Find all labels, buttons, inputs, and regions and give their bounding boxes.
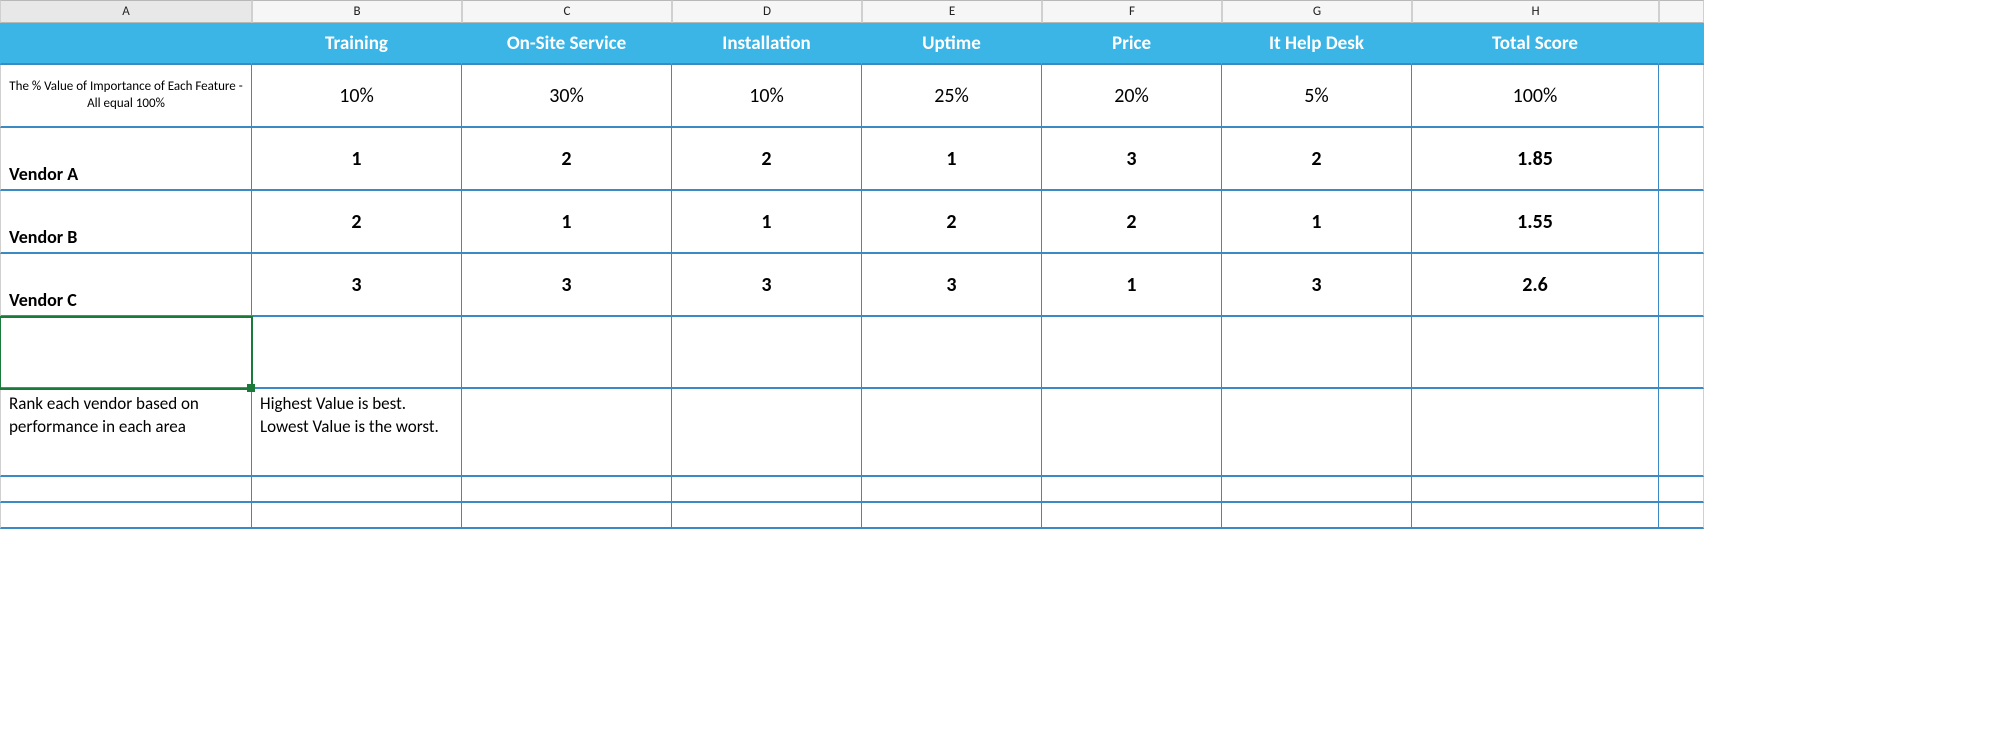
cell-H8[interactable] [1412,477,1659,503]
vendor-c-onsite[interactable]: 3 [462,254,672,317]
cell-I9[interactable] [1659,503,1704,529]
importance-extra[interactable] [1659,65,1704,128]
col-header-D[interactable]: D [672,0,862,23]
importance-label: The % Value of Importance of Each Featur… [9,79,243,112]
table-header-helpdesk[interactable]: It Help Desk [1222,23,1412,65]
col-header-B[interactable]: B [252,0,462,23]
vendor-b-price[interactable]: 2 [1042,191,1222,254]
cell-E7[interactable] [862,389,1042,477]
cell-D6[interactable] [672,317,862,389]
table-header-extra[interactable] [1659,23,1704,65]
cell-G8[interactable] [1222,477,1412,503]
vendor-b-installation[interactable]: 1 [672,191,862,254]
importance-price[interactable]: 20% [1042,65,1222,128]
cell-F6[interactable] [1042,317,1222,389]
cell-D7[interactable] [672,389,862,477]
vendor-b-uptime[interactable]: 2 [862,191,1042,254]
vendor-b-training[interactable]: 2 [252,191,462,254]
cell-A8[interactable] [0,477,252,503]
vendor-a-onsite[interactable]: 2 [462,128,672,191]
vendor-c-price[interactable]: 1 [1042,254,1222,317]
vendor-a-training[interactable]: 1 [252,128,462,191]
cell-D9[interactable] [672,503,862,529]
cell-E6[interactable] [862,317,1042,389]
vendor-a-installation[interactable]: 2 [672,128,862,191]
vendor-a-label[interactable]: Vendor A [0,128,252,191]
vendor-a-extra[interactable] [1659,128,1704,191]
vendor-c-total[interactable]: 2.6 [1412,254,1659,317]
vendor-b-extra[interactable] [1659,191,1704,254]
importance-label-cell[interactable]: The % Value of Importance of Each Featur… [0,65,252,128]
table-header-training[interactable]: Training [252,23,462,65]
cell-C8[interactable] [462,477,672,503]
vendor-c-training[interactable]: 3 [252,254,462,317]
cell-H6[interactable] [1412,317,1659,389]
vendor-a-helpdesk[interactable]: 2 [1222,128,1412,191]
importance-installation[interactable]: 10% [672,65,862,128]
cell-F8[interactable] [1042,477,1222,503]
vendor-c-installation[interactable]: 3 [672,254,862,317]
vendor-a-total[interactable]: 1.85 [1412,128,1659,191]
vendor-c-uptime[interactable]: 3 [862,254,1042,317]
cell-F7[interactable] [1042,389,1222,477]
table-header-onsite[interactable]: On-Site Service [462,23,672,65]
cell-E8[interactable] [862,477,1042,503]
col-header-C[interactable]: C [462,0,672,23]
cell-I6[interactable] [1659,317,1704,389]
cell-I8[interactable] [1659,477,1704,503]
importance-total[interactable]: 100% [1412,65,1659,128]
cell-H7[interactable] [1412,389,1659,477]
vendor-b-total[interactable]: 1.55 [1412,191,1659,254]
cell-A6[interactable] [0,317,252,389]
cell-B9[interactable] [252,503,462,529]
col-header-F[interactable]: F [1042,0,1222,23]
table-header-installation[interactable]: Installation [672,23,862,65]
col-header-G[interactable]: G [1222,0,1412,23]
table-header-blank[interactable] [0,23,252,65]
col-header-A[interactable]: A [0,0,252,23]
spreadsheet-grid[interactable]: A B C D E F G H Training On-Site Service… [0,0,1704,529]
note-b-cell[interactable]: Highest Value is best. Lowest Value is t… [252,389,462,477]
vendor-c-helpdesk[interactable]: 3 [1222,254,1412,317]
cell-F9[interactable] [1042,503,1222,529]
cell-H9[interactable] [1412,503,1659,529]
importance-training[interactable]: 10% [252,65,462,128]
cell-G7[interactable] [1222,389,1412,477]
cell-G6[interactable] [1222,317,1412,389]
cell-B8[interactable] [252,477,462,503]
cell-B6[interactable] [252,317,462,389]
vendor-b-helpdesk[interactable]: 1 [1222,191,1412,254]
vendor-c-extra[interactable] [1659,254,1704,317]
table-header-price[interactable]: Price [1042,23,1222,65]
col-header-extra[interactable] [1659,0,1704,23]
cell-A9[interactable] [0,503,252,529]
table-header-total[interactable]: Total Score [1412,23,1659,65]
col-header-H[interactable]: H [1412,0,1659,23]
cell-D8[interactable] [672,477,862,503]
vendor-a-price[interactable]: 3 [1042,128,1222,191]
col-header-E[interactable]: E [862,0,1042,23]
cell-C7[interactable] [462,389,672,477]
cell-E9[interactable] [862,503,1042,529]
importance-helpdesk[interactable]: 5% [1222,65,1412,128]
vendor-a-uptime[interactable]: 1 [862,128,1042,191]
importance-uptime[interactable]: 25% [862,65,1042,128]
vendor-b-onsite[interactable]: 1 [462,191,672,254]
cell-C6[interactable] [462,317,672,389]
table-header-uptime[interactable]: Uptime [862,23,1042,65]
cell-C9[interactable] [462,503,672,529]
cell-G9[interactable] [1222,503,1412,529]
importance-onsite[interactable]: 30% [462,65,672,128]
cell-I7[interactable] [1659,389,1704,477]
note-a-cell[interactable]: Rank each vendor based on performance in… [0,389,252,477]
vendor-c-label[interactable]: Vendor C [0,254,252,317]
vendor-b-label[interactable]: Vendor B [0,191,252,254]
